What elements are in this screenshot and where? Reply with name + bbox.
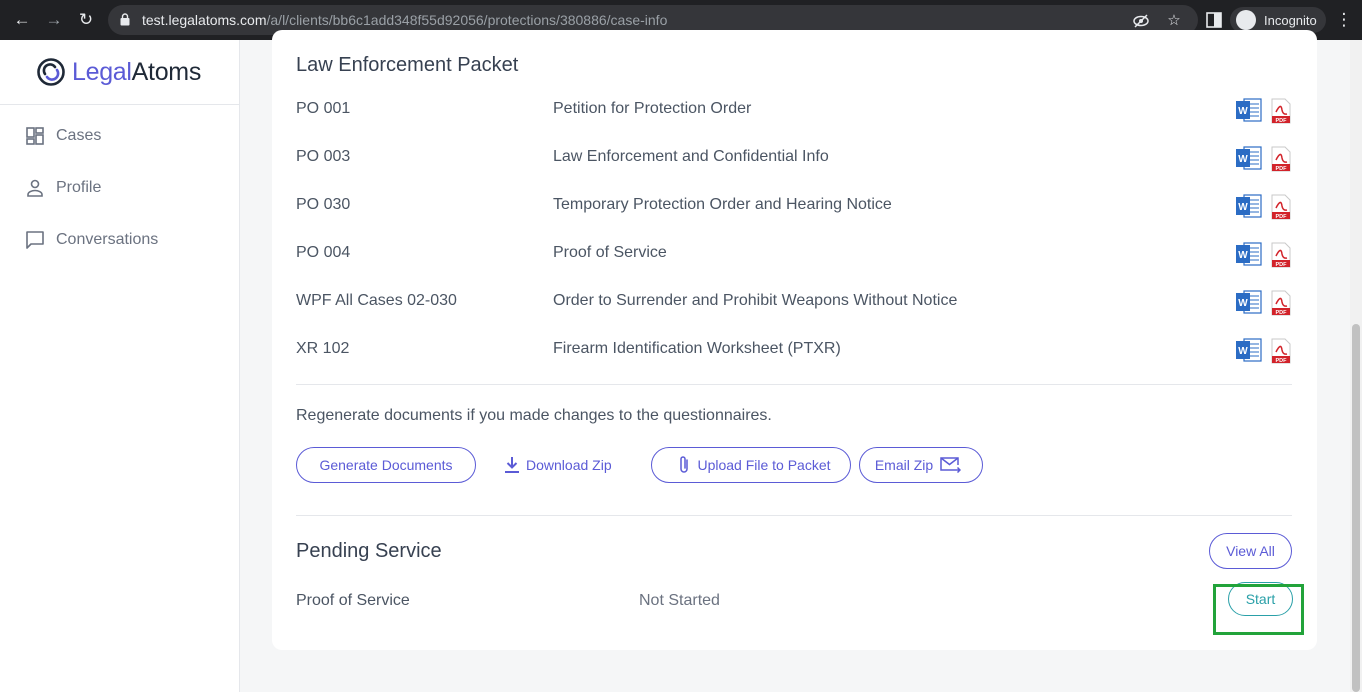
email-send-icon <box>940 457 962 474</box>
logo-legal-text: Legal <box>72 57 132 86</box>
upload-file-button[interactable]: Upload File to Packet <box>651 447 851 483</box>
word-doc-icon[interactable]: W <box>1236 290 1262 314</box>
url-text: test.legalatoms.com/a/l/clients/bb6c1add… <box>142 12 668 28</box>
svg-text:W: W <box>1238 298 1248 309</box>
sidebar-item-cases[interactable]: Cases <box>24 124 101 148</box>
document-code: PO 030 <box>296 196 351 213</box>
document-row: WPF All Cases 02-030 Order to Surrender … <box>296 288 1292 316</box>
svg-text:PDF: PDF <box>1276 214 1288 220</box>
pending-item-name: Proof of Service <box>296 592 410 609</box>
document-row: PO 003 Law Enforcement and Confidential … <box>296 144 1292 172</box>
document-code: PO 003 <box>296 148 351 165</box>
incognito-icon <box>1236 10 1256 30</box>
document-name: Firearm Identification Worksheet (PTXR) <box>553 340 841 357</box>
svg-text:PDF: PDF <box>1276 310 1288 316</box>
pdf-doc-icon[interactable]: PDF <box>1270 290 1292 316</box>
scrollbar[interactable] <box>1350 40 1362 692</box>
grid-icon <box>26 127 44 145</box>
svg-text:W: W <box>1238 250 1248 261</box>
word-doc-icon[interactable]: W <box>1236 146 1262 170</box>
back-arrow-icon[interactable]: ← <box>12 10 32 30</box>
svg-text:W: W <box>1238 202 1248 213</box>
sidebar: LegalAtoms Cases Profile Conversations <box>0 40 240 692</box>
pdf-doc-icon[interactable]: PDF <box>1270 242 1292 268</box>
document-name: Law Enforcement and Confidential Info <box>553 148 829 165</box>
document-name: Proof of Service <box>553 244 667 261</box>
download-zip-button[interactable]: Download Zip <box>498 447 612 483</box>
eye-off-icon[interactable] <box>1132 12 1150 30</box>
pending-service-title: Pending Service <box>296 540 442 562</box>
forward-arrow-icon[interactable]: → <box>44 10 64 30</box>
svg-text:PDF: PDF <box>1276 358 1288 364</box>
pdf-doc-icon[interactable]: PDF <box>1270 146 1292 172</box>
svg-text:W: W <box>1238 154 1248 165</box>
pdf-doc-icon[interactable]: PDF <box>1270 194 1292 220</box>
pdf-doc-icon[interactable]: PDF <box>1270 98 1292 124</box>
pending-item-status: Not Started <box>639 592 720 609</box>
generate-documents-button[interactable]: Generate Documents <box>296 447 476 483</box>
document-row: PO 004 Proof of Service W PDF <box>296 240 1292 268</box>
paperclip-icon <box>680 456 689 473</box>
svg-text:W: W <box>1238 346 1248 357</box>
highlight-box <box>1213 584 1304 635</box>
document-code: XR 102 <box>296 340 350 357</box>
document-row: PO 030 Temporary Protection Order and He… <box>296 192 1292 220</box>
document-code: WPF All Cases 02-030 <box>296 292 457 309</box>
section-divider <box>296 515 1292 516</box>
reload-icon[interactable]: ↻ <box>76 10 96 30</box>
sidebar-divider <box>0 104 239 105</box>
document-code: PO 001 <box>296 100 351 117</box>
regenerate-hint: Regenerate documents if you made changes… <box>296 407 772 424</box>
document-row: PO 001 Petition for Protection Order W P… <box>296 96 1292 124</box>
scrollbar-thumb[interactable] <box>1352 324 1360 692</box>
logo-atoms-text: Atoms <box>131 57 202 86</box>
word-doc-icon[interactable]: W <box>1236 194 1262 218</box>
svg-text:PDF: PDF <box>1276 118 1288 124</box>
word-doc-icon[interactable]: W <box>1236 242 1262 266</box>
chat-icon <box>26 231 44 249</box>
svg-text:PDF: PDF <box>1276 262 1288 268</box>
word-doc-icon[interactable]: W <box>1236 338 1262 362</box>
sidebar-item-label: Conversations <box>56 231 159 248</box>
logo-icon <box>37 58 65 86</box>
document-name: Order to Surrender and Prohibit Weapons … <box>553 292 958 309</box>
pdf-doc-icon[interactable]: PDF <box>1270 338 1292 364</box>
svg-text:PDF: PDF <box>1276 166 1288 172</box>
svg-text:W: W <box>1238 106 1248 117</box>
download-icon <box>505 457 519 473</box>
packet-card: Law Enforcement Packet PO 001 Petition f… <box>272 30 1317 650</box>
star-icon[interactable]: ☆ <box>1165 12 1183 30</box>
document-name: Petition for Protection Order <box>553 100 752 117</box>
email-zip-button[interactable]: Email Zip <box>859 447 983 483</box>
main-content: Law Enforcement Packet PO 001 Petition f… <box>240 30 1350 692</box>
lock-icon <box>120 13 130 26</box>
sidebar-toggle-icon[interactable] <box>1204 10 1224 30</box>
sidebar-item-label: Cases <box>56 127 102 144</box>
sidebar-item-label: Profile <box>56 179 102 196</box>
view-all-button[interactable]: View All <box>1209 533 1292 569</box>
sidebar-item-profile[interactable]: Profile <box>24 176 101 200</box>
word-doc-icon[interactable]: W <box>1236 98 1262 122</box>
document-row: XR 102 Firearm Identification Worksheet … <box>296 336 1292 364</box>
person-icon <box>27 179 43 197</box>
section-divider <box>296 384 1292 385</box>
kebab-menu-icon[interactable]: ⋮ <box>1334 10 1354 30</box>
sidebar-item-conversations[interactable]: Conversations <box>24 228 158 252</box>
logo[interactable]: LegalAtoms <box>36 56 201 88</box>
packet-title: Law Enforcement Packet <box>296 54 519 76</box>
document-code: PO 004 <box>296 244 351 261</box>
document-name: Temporary Protection Order and Hearing N… <box>553 196 892 213</box>
